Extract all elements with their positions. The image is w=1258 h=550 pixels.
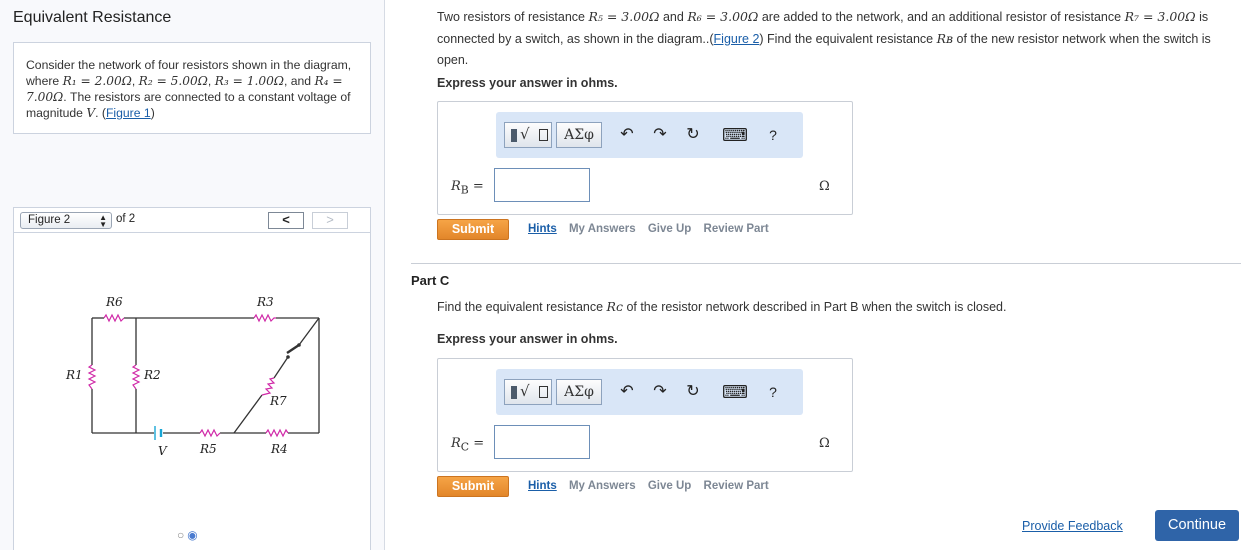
figure-select-value: Figure 2: [28, 214, 71, 226]
part-b-give-up-link[interactable]: Give Up: [648, 223, 691, 235]
help-icon[interactable]: ?: [762, 124, 784, 146]
sqrt-icon: √: [520, 382, 530, 400]
r7-value: R₇ = 3.00Ω: [1124, 9, 1196, 24]
r3-label: R3: [256, 295, 274, 309]
r2-label: R2: [143, 368, 161, 382]
switch-icon: [286, 343, 301, 359]
r6-label: R6: [105, 295, 123, 309]
sqrt-icon: √: [520, 125, 530, 143]
part-b-answer-box: √ ΑΣφ ↶ ↷ ↻ ⌨ ? RB = Ω: [437, 101, 853, 215]
part-c-actions: Hints My Answers Give Up Review Part: [528, 480, 778, 492]
r4-resistor: [265, 428, 289, 438]
r6-resistor: [103, 313, 125, 323]
rb-answer-input[interactable]: [494, 168, 590, 202]
rc-answer-input[interactable]: [494, 425, 590, 459]
part-b-submit-button[interactable]: Submit: [437, 219, 509, 240]
voltage-symbol: V: [86, 106, 96, 120]
templates-button[interactable]: √: [504, 122, 552, 148]
r2-value: R₂ = 5.00Ω: [138, 74, 208, 88]
problem-text: . The resistors are connected to a const…: [26, 90, 351, 120]
r5-value: R₅ = 3.00Ω: [588, 9, 660, 24]
part-c-question: Find the equivalent resistance Rᴄ of the…: [437, 299, 1007, 314]
part-b-question: Two resistors of resistance R₅ = 3.00Ω a…: [437, 9, 1211, 67]
greek-symbols-button[interactable]: ΑΣφ: [556, 379, 602, 405]
part-b-instruction: Express your answer in ohms.: [437, 76, 618, 90]
r7-resistor: [261, 377, 276, 396]
part-c-title: Part C: [411, 273, 450, 288]
problem-text: ): [150, 106, 155, 120]
box-icon: [539, 386, 548, 398]
part-c-submit-button[interactable]: Submit: [437, 476, 509, 497]
r6-value: R₆ = 3.00Ω: [687, 9, 759, 24]
rc-symbol: Rᴄ: [606, 299, 623, 314]
rc-unit: Ω: [819, 436, 830, 451]
part-c-answer-box: √ ΑΣφ ↶ ↷ ↻ ⌨ ? RC = Ω: [437, 358, 853, 472]
r1-value: R₁ = 2.00Ω: [62, 74, 132, 88]
continue-button[interactable]: Continue: [1155, 510, 1239, 541]
figure-area: R6 R3 R1 R2 R7 V R5 R4: [13, 233, 371, 550]
part-c-instruction: Express your answer in ohms.: [437, 332, 618, 346]
problem-text: , and: [283, 74, 315, 88]
math-toolbar: √ ΑΣφ ↶ ↷ ↻ ⌨ ?: [496, 369, 803, 415]
part-c-give-up-link[interactable]: Give Up: [648, 480, 691, 492]
templates-button[interactable]: √: [504, 379, 552, 405]
part-c-my-answers-link[interactable]: My Answers: [569, 480, 636, 492]
figure-2-link[interactable]: Figure 2: [714, 32, 760, 46]
figure-pager: ○◉: [177, 528, 201, 542]
block-icon: [511, 386, 517, 399]
problem-panel: Equivalent Resistance Consider the netwo…: [0, 0, 385, 550]
r4-label: R4: [270, 442, 288, 456]
select-arrows-icon: ▲ ▼: [99, 213, 107, 229]
redo-icon[interactable]: ↷: [649, 124, 671, 146]
previous-figure-button[interactable]: <: [268, 212, 304, 229]
part-c-review-part-link[interactable]: Review Part: [704, 480, 769, 492]
r3-resistor: [253, 313, 276, 323]
r5-resistor: [199, 428, 221, 438]
page-title: Equivalent Resistance: [13, 9, 172, 26]
r5-label: R5: [199, 442, 217, 456]
undo-icon[interactable]: ↶: [616, 124, 638, 146]
part-b-review-part-link[interactable]: Review Part: [704, 223, 769, 235]
undo-icon[interactable]: ↶: [616, 381, 638, 403]
part-b-actions: Hints My Answers Give Up Review Part: [528, 223, 778, 235]
r1-label: R1: [65, 368, 83, 382]
rc-answer-label: RC =: [451, 436, 485, 454]
redo-icon[interactable]: ↷: [649, 381, 671, 403]
question-panel: Two resistors of resistance R₅ = 3.00Ω a…: [386, 0, 1258, 550]
figure-2-dot[interactable]: ◉: [187, 528, 200, 542]
part-b-my-answers-link[interactable]: My Answers: [569, 223, 636, 235]
keyboard-icon[interactable]: ⌨: [722, 381, 748, 403]
battery-icon: [154, 426, 163, 440]
r7-label: R7: [269, 394, 287, 408]
figure-1-link[interactable]: Figure 1: [106, 106, 151, 120]
reset-icon[interactable]: ↻: [682, 124, 704, 146]
provide-feedback-link[interactable]: Provide Feedback: [1022, 519, 1123, 533]
r3-value: R₃ = 1.00Ω: [214, 74, 284, 88]
figure-navigator: Figure 2 ▲ ▼ of 2 < >: [13, 207, 371, 233]
box-icon: [539, 129, 548, 141]
part-divider: [411, 263, 1241, 264]
block-icon: [511, 129, 517, 142]
part-b-hints-link[interactable]: Hints: [528, 223, 557, 235]
next-figure-button[interactable]: >: [312, 212, 348, 229]
part-c-hints-link[interactable]: Hints: [528, 480, 557, 492]
rb-unit: Ω: [819, 179, 830, 194]
figure-select[interactable]: Figure 2 ▲ ▼: [20, 212, 112, 229]
r2-resistor: [131, 364, 141, 390]
circuit-diagram: R6 R3 R1 R2 R7 V R5 R4: [65, 295, 320, 458]
figure-count: of 2: [116, 213, 136, 225]
math-toolbar: √ ΑΣφ ↶ ↷ ↻ ⌨ ?: [496, 112, 803, 158]
r1-resistor: [87, 364, 97, 390]
help-icon[interactable]: ?: [762, 381, 784, 403]
keyboard-icon[interactable]: ⌨: [722, 124, 748, 146]
voltage-label: V: [158, 444, 168, 458]
rb-answer-label: RB =: [451, 179, 484, 197]
rb-symbol: Rʙ: [936, 31, 954, 46]
problem-text: . (: [95, 106, 106, 120]
problem-statement: Consider the network of four resistors s…: [13, 42, 371, 134]
greek-symbols-button[interactable]: ΑΣφ: [556, 122, 602, 148]
figure-1-dot[interactable]: ○: [177, 528, 187, 542]
reset-icon[interactable]: ↻: [682, 381, 704, 403]
